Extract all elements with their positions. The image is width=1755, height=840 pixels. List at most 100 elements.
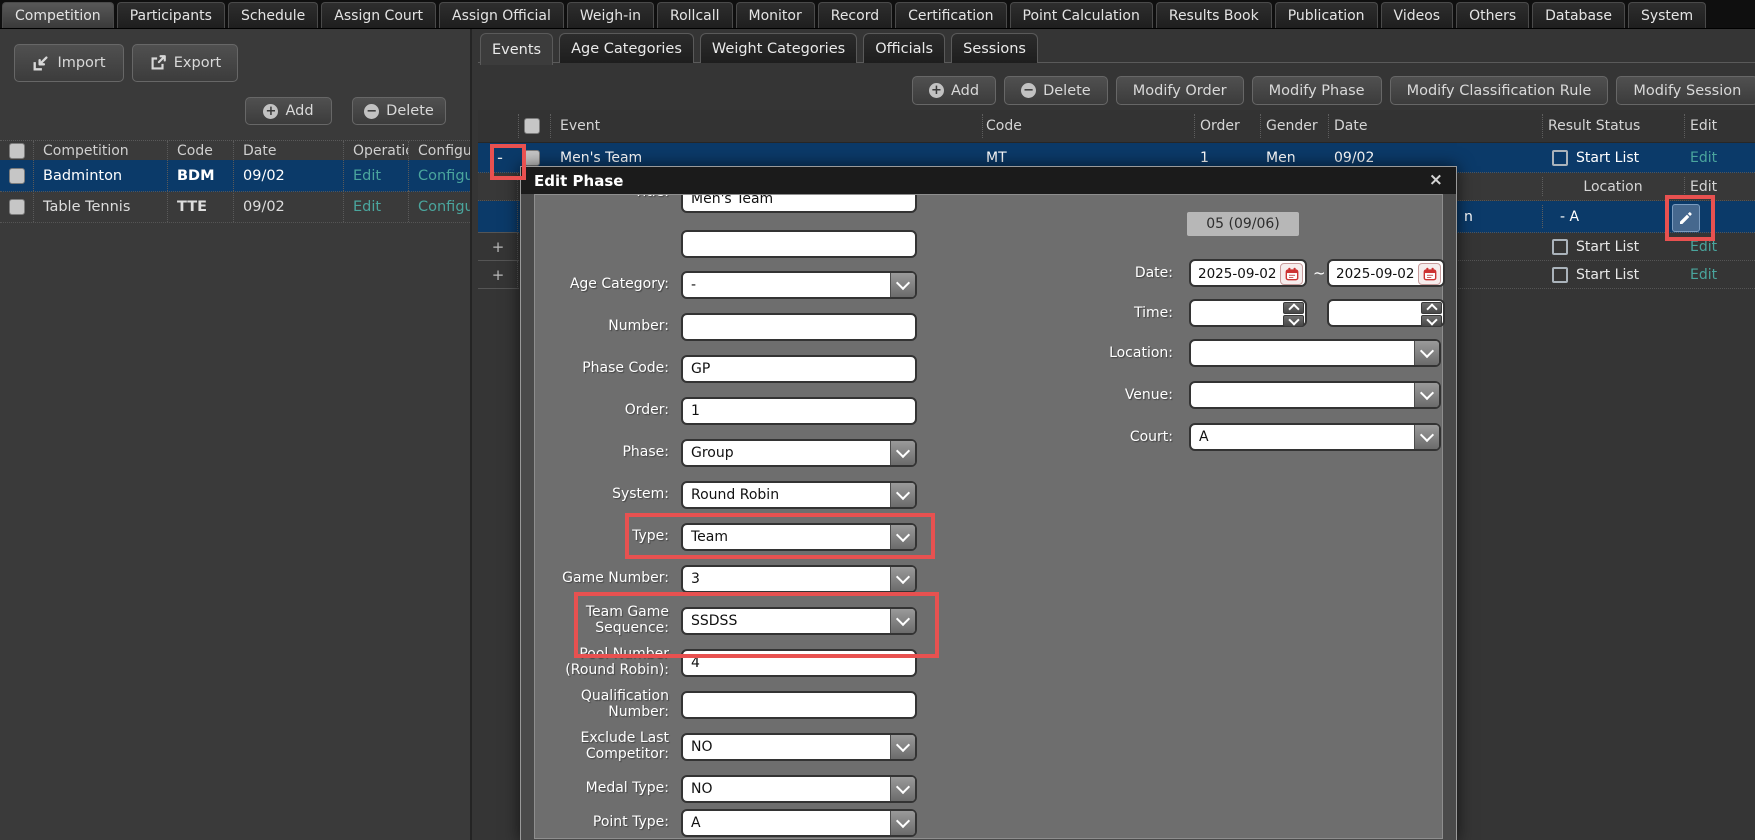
col-gender: Gender (1266, 110, 1318, 142)
date-to-value: 2025-09-02 (1336, 266, 1414, 282)
export-button[interactable]: Export (132, 44, 238, 82)
nav-tab-database[interactable]: Database (1532, 2, 1625, 28)
left-delete-button[interactable]: − Delete (352, 97, 446, 125)
venue-select[interactable] (1189, 381, 1441, 409)
phase-code-input[interactable] (681, 355, 917, 383)
spinner-down-icon[interactable] (1283, 315, 1304, 327)
point-type-select[interactable]: A (681, 809, 917, 837)
edit-link[interactable]: Edit (353, 199, 381, 215)
tab-sessions[interactable]: Sessions (951, 33, 1038, 63)
tab-officials[interactable]: Officials (863, 33, 945, 63)
chevron-down-icon[interactable] (1414, 341, 1439, 365)
nav-tab-others[interactable]: Others (1456, 2, 1529, 28)
calendar-icon[interactable] (1280, 263, 1303, 285)
nav-tab-publication[interactable]: Publication (1275, 2, 1378, 28)
system-select[interactable]: Round Robin (681, 481, 917, 509)
spinner-up-icon[interactable] (1283, 302, 1304, 314)
chevron-down-icon[interactable] (890, 273, 915, 297)
age-category-select[interactable]: - (681, 271, 917, 299)
dialog-titlebar[interactable]: Edit Phase × (521, 167, 1456, 194)
modify-classification-rule-button[interactable]: Modify Classification Rule (1390, 76, 1609, 105)
nav-tab-system[interactable]: System (1628, 2, 1706, 28)
left-add-button[interactable]: + Add (245, 97, 332, 125)
chevron-down-icon[interactable] (890, 567, 915, 591)
modify-session-button[interactable]: Modify Session (1616, 76, 1755, 105)
nav-tab-point-calculation[interactable]: Point Calculation (1010, 2, 1153, 28)
chevron-down-icon[interactable] (890, 441, 915, 465)
type-select[interactable]: Team (681, 523, 917, 551)
chevron-down-icon[interactable] (890, 609, 915, 633)
row-checkbox[interactable] (9, 168, 25, 184)
spinner-up-icon[interactable] (1421, 302, 1442, 314)
event-edit-link[interactable]: Edit (1690, 150, 1717, 166)
select-all-events-checkbox[interactable] (524, 118, 540, 134)
modify-phase-button[interactable]: Modify Phase (1252, 76, 1382, 105)
phase-edit-pencil-button[interactable] (1672, 204, 1700, 232)
nav-tab-competition[interactable]: Competition (2, 2, 114, 28)
nav-tab-schedule[interactable]: Schedule (228, 2, 318, 28)
select-all-checkbox[interactable] (9, 143, 25, 159)
nav-tab-weigh-in[interactable]: Weigh-in (567, 2, 654, 28)
table-row-badminton[interactable]: Badminton BDM 09/02 Edit Configure (0, 160, 470, 192)
configure-link[interactable]: Configure (418, 168, 470, 184)
tab-age-categories[interactable]: Age Categories (559, 33, 694, 63)
table-row-table-tennis[interactable]: Table Tennis TTE 09/02 Edit Configure (0, 191, 470, 223)
event-edit-link[interactable]: Edit (1690, 239, 1717, 255)
time-to-field[interactable] (1327, 299, 1445, 327)
start-list-checkbox[interactable] (1552, 150, 1568, 166)
import-button[interactable]: Import (14, 44, 124, 82)
chevron-down-icon[interactable] (890, 811, 915, 835)
phase-select[interactable]: Group (681, 439, 917, 467)
tab-weight-categories[interactable]: Weight Categories (700, 33, 857, 63)
edit-link[interactable]: Edit (353, 168, 381, 184)
chevron-down-icon[interactable] (890, 525, 915, 549)
number-input[interactable] (681, 313, 917, 341)
nav-tab-videos[interactable]: Videos (1381, 2, 1454, 28)
calendar-icon[interactable] (1418, 263, 1441, 285)
nav-tab-monitor[interactable]: Monitor (736, 2, 815, 28)
close-icon[interactable]: × (1429, 172, 1443, 189)
event-edit-link[interactable]: Edit (1690, 267, 1717, 283)
exclude-last-competitor-select[interactable]: NO (681, 733, 917, 761)
game-number-select[interactable]: 3 (681, 565, 917, 593)
nav-tab-rollcall[interactable]: Rollcall (657, 2, 733, 28)
delete-button[interactable]: − Delete (1004, 76, 1108, 105)
qualification-number-input[interactable] (681, 691, 917, 719)
nav-tab-assign-court[interactable]: Assign Court (321, 2, 436, 28)
date-from-field[interactable]: 2025-09-02 (1189, 259, 1307, 287)
start-list-checkbox[interactable] (1552, 267, 1568, 283)
modify-order-button[interactable]: Modify Order (1116, 76, 1244, 105)
medal-type-value: NO (691, 781, 713, 797)
expand-row-button[interactable]: + (479, 261, 518, 289)
chevron-down-icon[interactable] (1414, 425, 1439, 449)
chevron-down-icon[interactable] (890, 777, 915, 801)
medal-type-select[interactable]: NO (681, 775, 917, 803)
nav-tab-assign-official[interactable]: Assign Official (439, 2, 564, 28)
collapse-expander-icon[interactable]: - (490, 148, 510, 168)
expand-row-button[interactable]: + (479, 233, 518, 261)
location-select[interactable] (1189, 339, 1441, 367)
court-select[interactable]: A (1189, 423, 1441, 451)
tab-events[interactable]: Events (480, 33, 553, 65)
configure-link[interactable]: Configure (418, 199, 470, 215)
nav-tab-record[interactable]: Record (818, 2, 892, 28)
nav-tab-results-book[interactable]: Results Book (1156, 2, 1272, 28)
date-to-field[interactable]: 2025-09-02 (1327, 259, 1445, 287)
nav-tab-participants[interactable]: Participants (117, 2, 225, 28)
pool-number-input[interactable] (681, 649, 917, 677)
team-game-sequence-select[interactable]: SSDSS (681, 607, 917, 635)
time-from-field[interactable] (1189, 299, 1307, 327)
nav-tab-certification[interactable]: Certification (895, 2, 1006, 28)
spinner-down-icon[interactable] (1421, 315, 1442, 327)
pencil-icon (1678, 210, 1694, 226)
title-input[interactable] (681, 195, 917, 213)
subtitle-input[interactable] (681, 230, 917, 258)
add-button[interactable]: + Add (912, 76, 996, 105)
event-row-checkbox[interactable] (524, 150, 540, 166)
order-input[interactable] (681, 397, 917, 425)
chevron-down-icon[interactable] (890, 483, 915, 507)
row-checkbox[interactable] (9, 199, 25, 215)
start-list-checkbox[interactable] (1552, 239, 1568, 255)
chevron-down-icon[interactable] (890, 735, 915, 759)
chevron-down-icon[interactable] (1414, 383, 1439, 407)
